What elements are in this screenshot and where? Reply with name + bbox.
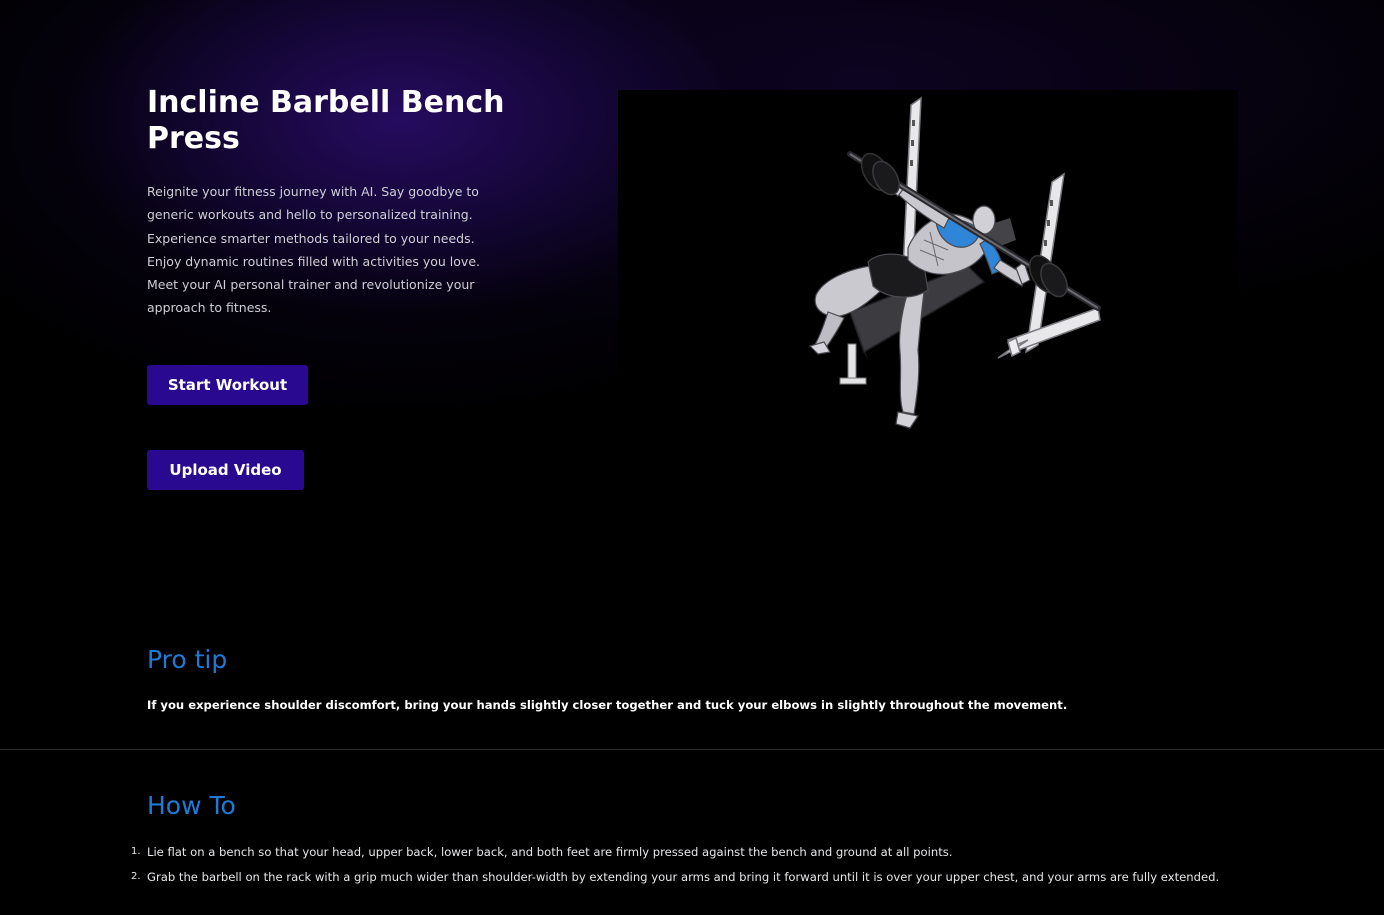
section-divider — [0, 749, 1384, 750]
exercise-description: Reignite your fitness journey with AI. S… — [147, 184, 480, 316]
step-number: 1. — [131, 846, 141, 857]
list-item: 2. Grab the barbell on the rack with a g… — [131, 866, 1242, 888]
start-workout-button[interactable]: Start Workout — [147, 365, 308, 405]
bench-press-illustration-icon — [808, 96, 1101, 429]
exercise-page: Incline Barbell Bench Press Reignite you… — [0, 0, 1384, 915]
how-to-heading: How To — [147, 791, 236, 820]
step-text: Grab the barbell on the rack with a grip… — [147, 870, 1220, 884]
step-text: Lie flat on a bench so that your head, u… — [147, 845, 953, 859]
how-to-steps: 1. Lie flat on a bench so that your head… — [131, 841, 1242, 891]
list-item: 1. Lie flat on a bench so that your head… — [131, 841, 1242, 863]
exercise-title: Incline Barbell Bench Press — [147, 85, 505, 156]
pro-tip-heading: Pro tip — [147, 645, 228, 674]
upload-video-button[interactable]: Upload Video — [147, 450, 304, 490]
pro-tip-text: If you experience shoulder discomfort, b… — [147, 698, 1068, 712]
athlete — [808, 179, 1031, 429]
exercise-illustration — [618, 90, 1238, 430]
step-number: 2. — [131, 871, 141, 882]
